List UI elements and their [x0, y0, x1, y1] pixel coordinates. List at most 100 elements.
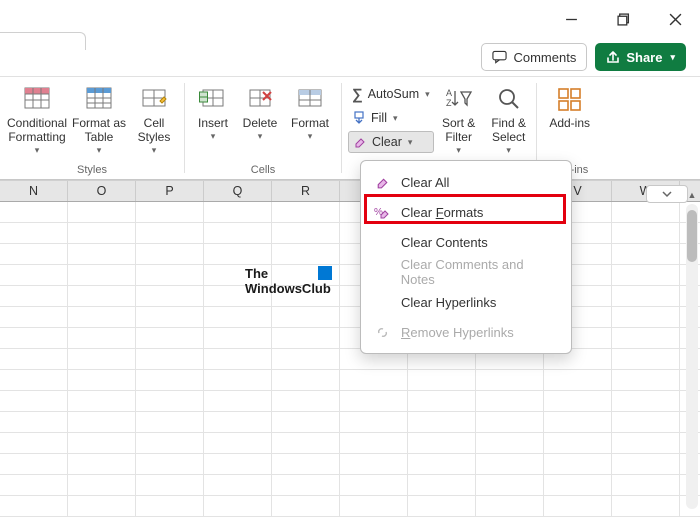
grid-row[interactable] — [0, 496, 700, 517]
grid-cell[interactable] — [68, 244, 136, 264]
delete-button[interactable]: Delete▾ — [237, 81, 283, 141]
cell-styles-button[interactable]: Cell Styles ▾ — [130, 81, 178, 155]
grid-cell[interactable] — [476, 391, 544, 411]
grid-cell[interactable] — [612, 286, 680, 306]
grid-row[interactable] — [0, 370, 700, 391]
grid-cell[interactable] — [204, 391, 272, 411]
vertical-scrollbar[interactable]: ▲ — [686, 204, 698, 509]
grid-cell[interactable] — [68, 412, 136, 432]
fill-button[interactable]: Fill ▾ — [348, 107, 434, 129]
column-header[interactable]: Q — [204, 181, 272, 201]
grid-cell[interactable] — [272, 391, 340, 411]
grid-cell[interactable] — [272, 328, 340, 348]
grid-cell[interactable] — [0, 433, 68, 453]
grid-cell[interactable] — [0, 286, 68, 306]
grid-cell[interactable] — [204, 223, 272, 243]
grid-row[interactable] — [0, 202, 700, 223]
grid-cell[interactable] — [204, 202, 272, 222]
grid-cell[interactable] — [136, 202, 204, 222]
grid-cell[interactable] — [68, 475, 136, 495]
grid-row[interactable] — [0, 349, 700, 370]
grid-cell[interactable] — [68, 433, 136, 453]
grid-cell[interactable] — [204, 244, 272, 264]
share-button[interactable]: Share ▾ — [595, 43, 686, 71]
grid-row[interactable] — [0, 475, 700, 496]
minimize-button[interactable] — [554, 4, 588, 34]
grid-cell[interactable] — [612, 328, 680, 348]
grid-cell[interactable] — [408, 370, 476, 390]
column-header[interactable]: P — [136, 181, 204, 201]
grid-cell[interactable] — [340, 370, 408, 390]
grid-cell[interactable] — [204, 349, 272, 369]
conditional-formatting-button[interactable]: Conditional Formatting ▾ — [6, 81, 68, 155]
grid-cell[interactable] — [0, 496, 68, 516]
grid-cell[interactable] — [476, 370, 544, 390]
grid-cell[interactable] — [0, 349, 68, 369]
grid-cell[interactable] — [408, 433, 476, 453]
grid-cell[interactable] — [340, 475, 408, 495]
addins-button[interactable]: Add-ins — [543, 81, 597, 131]
grid-cell[interactable] — [204, 454, 272, 474]
grid-cell[interactable] — [204, 412, 272, 432]
scroll-thumb[interactable] — [687, 210, 697, 262]
grid-cell[interactable] — [408, 454, 476, 474]
grid-cell[interactable] — [272, 244, 340, 264]
grid-cell[interactable] — [68, 349, 136, 369]
grid-cell[interactable] — [612, 244, 680, 264]
column-header[interactable]: N — [0, 181, 68, 201]
autosum-button[interactable]: ∑ AutoSum ▾ — [348, 83, 434, 105]
grid-cell[interactable] — [612, 265, 680, 285]
grid-cell[interactable] — [272, 223, 340, 243]
grid-cell[interactable] — [136, 307, 204, 327]
grid-cell[interactable] — [136, 496, 204, 516]
grid-cell[interactable] — [340, 496, 408, 516]
grid-cell[interactable] — [544, 496, 612, 516]
grid-cell[interactable] — [68, 265, 136, 285]
grid-cell[interactable] — [0, 307, 68, 327]
grid-cell[interactable] — [0, 370, 68, 390]
grid-cell[interactable] — [204, 475, 272, 495]
grid-cell[interactable] — [136, 454, 204, 474]
grid-cell[interactable] — [612, 307, 680, 327]
grid-row[interactable] — [0, 328, 700, 349]
close-button[interactable] — [658, 4, 692, 34]
grid-row[interactable] — [0, 433, 700, 454]
grid-cell[interactable] — [408, 412, 476, 432]
grid-cell[interactable] — [68, 202, 136, 222]
grid-cell[interactable] — [68, 307, 136, 327]
grid-cell[interactable] — [136, 433, 204, 453]
grid-cell[interactable] — [136, 286, 204, 306]
grid-cell[interactable] — [136, 412, 204, 432]
grid-cell[interactable] — [0, 391, 68, 411]
grid-cell[interactable] — [272, 349, 340, 369]
grid-cell[interactable] — [408, 475, 476, 495]
find-select-button[interactable]: Find & Select ▾ — [484, 81, 534, 155]
column-headers[interactable]: NOPQRSTUVW — [0, 181, 700, 202]
format-as-table-button[interactable]: Format as Table ▾ — [70, 81, 128, 155]
column-header[interactable]: O — [68, 181, 136, 201]
grid-cell[interactable] — [68, 370, 136, 390]
menu-clear-all[interactable]: Clear All — [361, 167, 571, 197]
grid-cell[interactable] — [0, 244, 68, 264]
grid-row[interactable] — [0, 265, 700, 286]
grid-cell[interactable] — [544, 475, 612, 495]
grid-cell[interactable] — [612, 370, 680, 390]
grid-cell[interactable] — [204, 328, 272, 348]
grid-cell[interactable] — [68, 391, 136, 411]
grid-cell[interactable] — [136, 370, 204, 390]
grid-cell[interactable] — [272, 307, 340, 327]
grid-cell[interactable] — [0, 328, 68, 348]
grid-row[interactable] — [0, 223, 700, 244]
grid-cell[interactable] — [0, 223, 68, 243]
restore-button[interactable] — [606, 4, 640, 34]
grid-cell[interactable] — [544, 433, 612, 453]
grid-cell[interactable] — [272, 475, 340, 495]
grid-cell[interactable] — [0, 412, 68, 432]
grid-cell[interactable] — [612, 475, 680, 495]
grid-cell[interactable] — [340, 433, 408, 453]
grid-cell[interactable] — [272, 454, 340, 474]
grid-cell[interactable] — [272, 433, 340, 453]
grid-cell[interactable] — [544, 391, 612, 411]
grid-cell[interactable] — [476, 412, 544, 432]
column-header[interactable]: R — [272, 181, 340, 201]
